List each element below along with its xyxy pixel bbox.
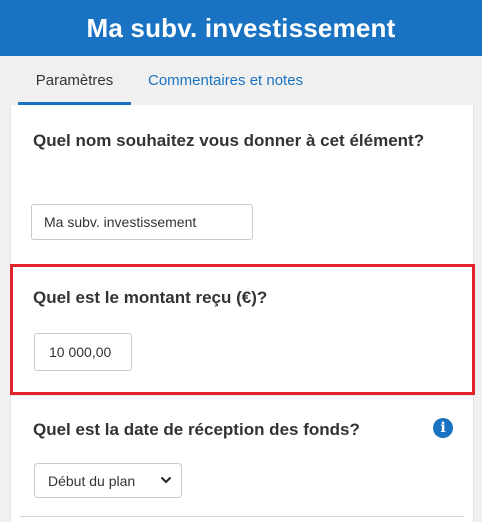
form-panel: Quel nom souhaitez vous donner à cet élé… xyxy=(10,105,474,522)
chevron-down-icon xyxy=(161,477,171,483)
amount-input[interactable] xyxy=(34,333,132,371)
page-title: Ma subv. investissement xyxy=(86,12,396,43)
tab-bar: Paramètres Commentaires et notes xyxy=(0,56,482,105)
name-question-label: Quel nom souhaitez vous donner à cet élé… xyxy=(33,131,425,150)
amount-question-label: Quel est le montant reçu (€)? xyxy=(33,288,268,307)
info-icon[interactable]: i xyxy=(433,418,453,438)
section-divider-bottom xyxy=(20,516,464,517)
app-header: Ma subv. investissement xyxy=(0,0,482,56)
section-divider xyxy=(10,395,474,396)
tab-parametres[interactable]: Paramètres xyxy=(18,56,131,105)
element-name-input[interactable] xyxy=(31,204,253,240)
date-question-label: Quel est la date de réception des fonds? xyxy=(33,420,360,439)
date-select[interactable]: Début du plan xyxy=(34,463,182,498)
date-select-value: Début du plan xyxy=(48,472,136,489)
tab-commentaires-et-notes[interactable]: Commentaires et notes xyxy=(148,56,303,105)
